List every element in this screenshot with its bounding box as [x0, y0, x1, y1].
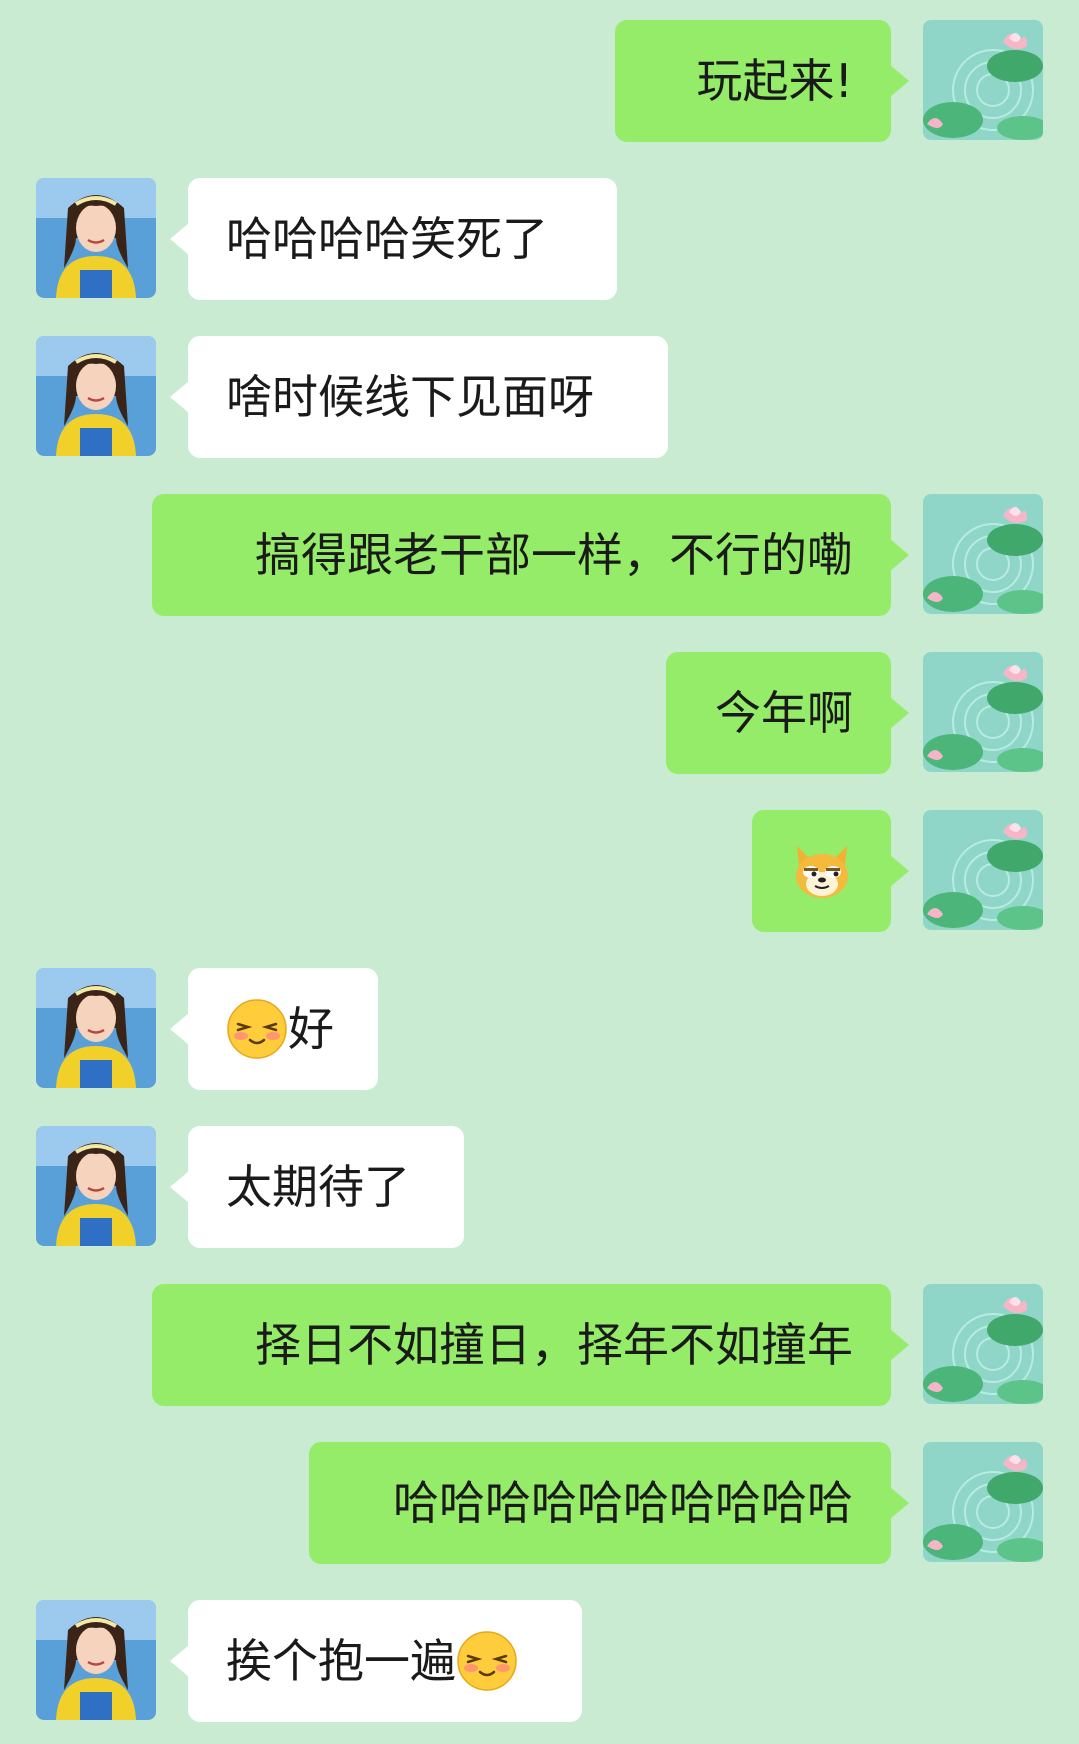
message-row: 哈哈哈哈笑死了 [0, 178, 1079, 300]
message-bubble-received[interactable]: 啥时候线下见面呀 [170, 336, 668, 458]
lotus-pond-icon [923, 810, 1043, 930]
message-row: 择日不如撞日，择年不如撞年 [0, 1284, 1079, 1406]
lotus-pond-icon [923, 1442, 1043, 1562]
message-text: 啥时候线下见面呀 [226, 370, 594, 424]
message-bubble-sent[interactable] [752, 810, 909, 932]
self-avatar[interactable] [923, 494, 1043, 614]
contact-avatar[interactable] [36, 968, 156, 1088]
message-row: 挨个抱一遍 [0, 1600, 1079, 1722]
message-row: 哈哈哈哈哈哈哈哈哈哈 [0, 1442, 1079, 1564]
message-text: 择日不如撞日，择年不如撞年 [255, 1318, 853, 1372]
blushing-smile-emoji-icon [226, 998, 288, 1060]
lotus-pond-icon [923, 20, 1043, 140]
message-text: 今年啊 [715, 686, 853, 740]
message-row [0, 810, 1079, 932]
message-bubble-sent[interactable]: 玩起来! [615, 20, 909, 142]
message-row: 今年啊 [0, 652, 1079, 774]
message-text: 哈哈哈哈哈哈哈哈哈哈 [393, 1476, 853, 1530]
message-row: 太期待了 [0, 1126, 1079, 1248]
message-text: 好 [288, 1002, 334, 1056]
contact-avatar[interactable] [36, 1600, 156, 1720]
girl-portrait-icon [36, 1126, 156, 1246]
girl-portrait-icon [36, 968, 156, 1088]
message-row: 玩起来! [0, 20, 1079, 142]
message-text: 挨个抱一遍 [226, 1634, 456, 1688]
self-avatar[interactable] [923, 810, 1043, 930]
message-bubble-sent[interactable]: 哈哈哈哈哈哈哈哈哈哈 [309, 1442, 909, 1564]
message-text: 玩起来! [696, 54, 853, 108]
message-text: 哈哈哈哈笑死了 [226, 212, 548, 266]
girl-portrait-icon [36, 336, 156, 456]
contact-avatar[interactable] [36, 336, 156, 456]
self-avatar[interactable] [923, 652, 1043, 772]
message-row: 搞得跟老干部一样，不行的嘞 [0, 494, 1079, 616]
message-bubble-sent[interactable]: 搞得跟老干部一样，不行的嘞 [152, 494, 909, 616]
doge-sticker-icon [791, 840, 853, 902]
self-avatar[interactable] [923, 20, 1043, 140]
message-text: 搞得跟老干部一样，不行的嘞 [255, 528, 853, 582]
self-avatar[interactable] [923, 1284, 1043, 1404]
girl-portrait-icon [36, 178, 156, 298]
contact-avatar[interactable] [36, 1126, 156, 1246]
message-bubble-received[interactable]: 挨个抱一遍 [170, 1600, 582, 1722]
girl-portrait-icon [36, 1600, 156, 1720]
contact-avatar[interactable] [36, 178, 156, 298]
lotus-pond-icon [923, 494, 1043, 614]
blushing-smile-emoji-icon [456, 1630, 518, 1692]
lotus-pond-icon [923, 652, 1043, 772]
self-avatar[interactable] [923, 1442, 1043, 1562]
message-bubble-received[interactable]: 好 [170, 968, 378, 1090]
message-row: 啥时候线下见面呀 [0, 336, 1079, 458]
lotus-pond-icon [923, 1284, 1043, 1404]
message-text: 太期待了 [226, 1160, 410, 1214]
message-bubble-received[interactable]: 太期待了 [170, 1126, 464, 1248]
message-row: 好 [0, 968, 1079, 1090]
message-bubble-sent[interactable]: 择日不如撞日，择年不如撞年 [152, 1284, 909, 1406]
message-bubble-received[interactable]: 哈哈哈哈笑死了 [170, 178, 617, 300]
message-bubble-sent[interactable]: 今年啊 [666, 652, 909, 774]
